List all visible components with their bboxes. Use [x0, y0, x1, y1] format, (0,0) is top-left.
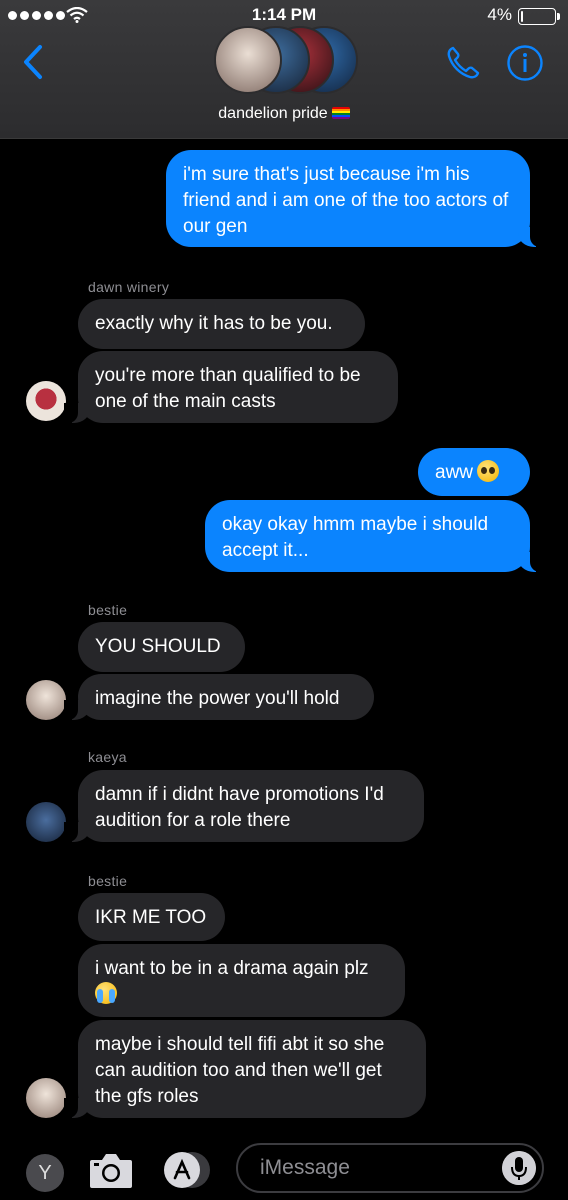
message-text: imagine the power you'll hold — [95, 688, 340, 709]
message-input-placeholder: iMessage — [260, 1156, 350, 1179]
status-time: 1:14 PM — [251, 5, 317, 24]
outgoing-message-bubble[interactable]: i'm sure that's just because i'm his fri… — [166, 150, 544, 247]
outgoing-message-bubble[interactable]: aww — [418, 448, 530, 496]
message-text: damn if i didnt have promotions I'd audi… — [95, 784, 384, 831]
pleading-face-icon — [477, 460, 500, 482]
incoming-message-bubble[interactable]: i want to be in a drama again plz — [78, 944, 405, 1017]
loudly-crying-face-icon — [95, 982, 117, 1004]
message-input[interactable]: iMessage — [236, 1143, 544, 1193]
message-text: exactly why it has to be you. — [95, 313, 333, 334]
incoming-message-bubble[interactable]: IKR ME TOO — [78, 893, 225, 941]
outgoing-message-bubble[interactable]: okay okay hmm maybe i should accept it..… — [205, 500, 544, 572]
battery-icon — [518, 8, 560, 25]
microphone-icon[interactable] — [502, 1151, 536, 1185]
message-text: aww — [435, 462, 474, 483]
conversation-header: 1:14 PM 4% dandelion pride — [0, 0, 568, 139]
incoming-message-bubble[interactable]: maybe i should tell fifi abt it so she c… — [64, 1020, 426, 1118]
group-name-label: dandelion pride — [218, 105, 328, 122]
app-store-icon[interactable] — [162, 1150, 212, 1190]
message-text: okay okay hmm maybe i should accept it..… — [222, 514, 489, 561]
camera-icon[interactable] — [88, 1150, 134, 1190]
back-chevron-icon[interactable] — [20, 44, 48, 80]
sender-avatar[interactable] — [26, 802, 66, 842]
incoming-message-bubble[interactable]: exactly why it has to be you. — [78, 299, 365, 349]
incoming-message-bubble[interactable]: damn if i didnt have promotions I'd audi… — [64, 770, 424, 842]
rainbow-flag-icon — [331, 107, 350, 119]
sender-avatar[interactable] — [26, 680, 66, 720]
incoming-message-bubble[interactable]: you're more than qualified to be one of … — [64, 351, 398, 423]
sender-name: bestie — [88, 602, 128, 618]
group-avatar[interactable] — [214, 26, 358, 94]
status-bar: 1:14 PM 4% — [0, 4, 568, 26]
group-name[interactable]: dandelion pride — [0, 105, 568, 123]
message-text: i'm sure that's just because i'm his fri… — [183, 164, 509, 237]
incoming-message-bubble[interactable]: YOU SHOULD — [78, 622, 245, 672]
sender-name: dawn winery — [88, 279, 170, 295]
message-text: IKR ME TOO — [95, 907, 207, 928]
sender-name: kaeya — [88, 749, 127, 765]
incoming-message-bubble[interactable]: imagine the power you'll hold — [64, 674, 374, 720]
group-member-avatar — [214, 26, 282, 94]
sender-avatar[interactable] — [26, 381, 66, 421]
message-text: i want to be in a drama again plz — [95, 958, 369, 979]
app-drawer-button[interactable]: Y — [26, 1154, 64, 1192]
message-text: maybe i should tell fifi abt it so she c… — [95, 1034, 385, 1107]
battery-percent: 4% — [487, 5, 512, 24]
sender-name: bestie — [88, 873, 128, 889]
phone-call-icon[interactable] — [444, 44, 482, 82]
message-text: you're more than qualified to be one of … — [95, 365, 361, 412]
message-text: YOU SHOULD — [95, 636, 221, 657]
sender-avatar[interactable] — [26, 1078, 66, 1118]
info-icon[interactable] — [506, 44, 544, 82]
